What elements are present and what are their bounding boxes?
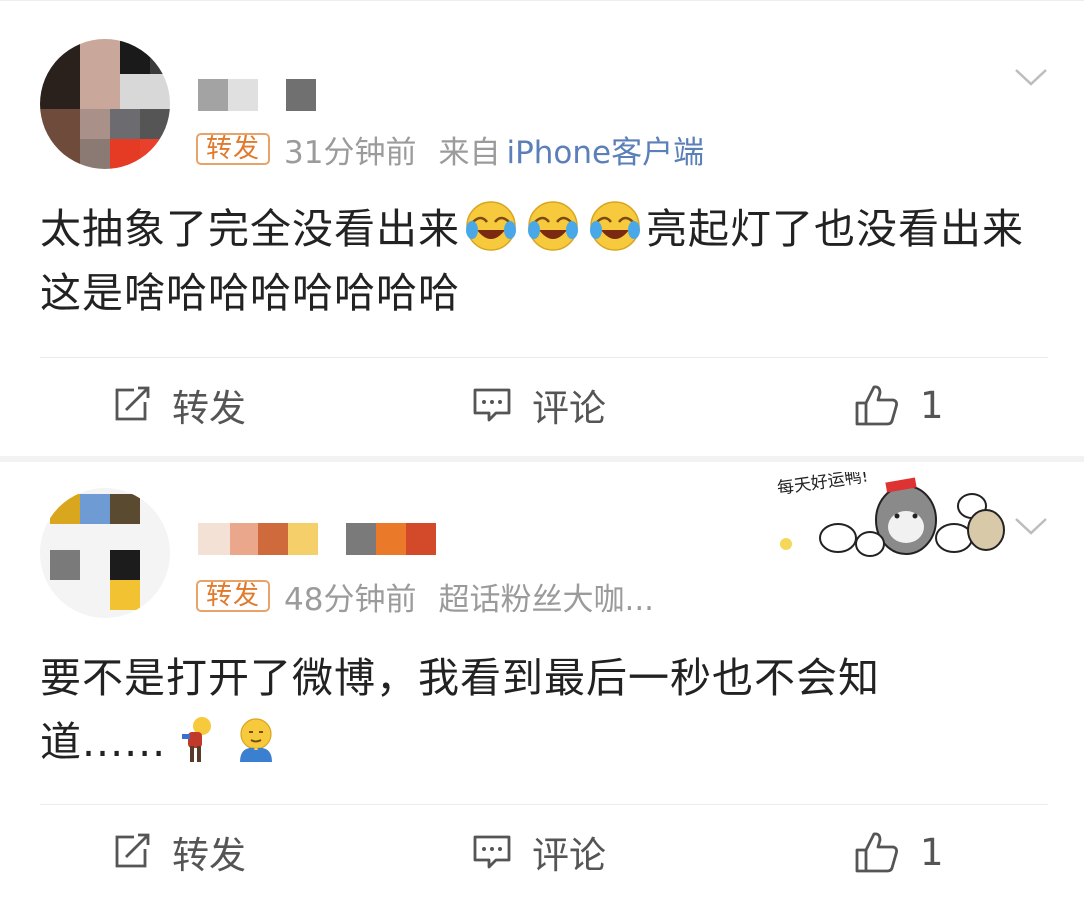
shrug-emoji [182,717,212,762]
laugh-cry-emoji [590,201,640,251]
repost-label: 转发 [172,387,246,430]
post-text: 太抽象了完全没看出来 亮起灯了也没看出来这是啥哈哈哈哈哈哈哈 [40,197,1050,325]
fan-badge-sticker: 每天好运鸭! [776,466,1008,562]
comment-label: 评论 [532,834,606,877]
post-meta: 转发 48分钟前 超话粉丝大咖... [196,574,654,619]
repost-icon [115,386,150,421]
pray-emoji [240,718,273,762]
source-label: 来自 [438,134,501,171]
repost-button[interactable]: 转发 [112,375,246,435]
username[interactable] [198,79,328,111]
repost-label: 转发 [172,834,246,877]
divider [40,804,1048,805]
thumbs-up-icon [855,832,898,873]
laugh-cry-emoji [528,201,578,251]
comment-card-1: 转发 31分钟前 来自 iPhone客户端 太抽象了完全没看出来 亮起灯了也没看… [0,0,1084,457]
thumbs-up-icon [855,385,898,426]
action-bar: 转发 评论 1 [0,822,1084,882]
source-link[interactable]: iPhone客户端 [506,127,704,172]
like-button[interactable]: 1 [854,822,944,882]
chevron-down-icon[interactable] [1014,516,1048,536]
fan-title[interactable]: 超话粉丝大咖... [438,574,654,619]
comment-button[interactable]: 评论 [472,375,606,435]
comment-button[interactable]: 评论 [472,822,606,882]
laugh-cry-emoji [466,201,516,251]
repost-button[interactable]: 转发 [112,822,246,882]
like-button[interactable]: 1 [854,375,944,435]
avatar[interactable] [40,39,170,169]
divider [40,357,1048,358]
action-bar: 转发 评论 1 [0,375,1084,435]
comment-card-2: 每天好运鸭! 转发 48分钟前 超话粉丝大咖... 要不是打开了微博，我看到最后… [0,462,1084,900]
sticker-text: 每天好运鸭! [776,472,870,499]
chevron-down-icon[interactable] [1014,67,1048,87]
post-time: 31分钟前 [284,134,417,171]
repost-tag: 转发 [196,133,271,165]
like-count: 1 [920,383,944,427]
repost-icon [115,833,150,868]
post-text-content: 要不是打开了微博，我看到最后一秒也不会知道...... [40,654,880,766]
like-count: 1 [920,830,944,874]
avatar[interactable] [40,488,170,618]
post-meta: 转发 31分钟前 来自 iPhone客户端 [196,127,704,172]
post-text: 要不是打开了微博，我看到最后一秒也不会知道...... [40,646,960,774]
repost-tag: 转发 [196,580,271,612]
comment-icon [473,388,511,422]
post-time: 48分钟前 [284,581,417,618]
username[interactable] [198,523,438,555]
post-text-part1: 太抽象了完全没看出来 [40,205,460,253]
comment-icon [473,835,511,869]
comment-label: 评论 [532,387,606,430]
